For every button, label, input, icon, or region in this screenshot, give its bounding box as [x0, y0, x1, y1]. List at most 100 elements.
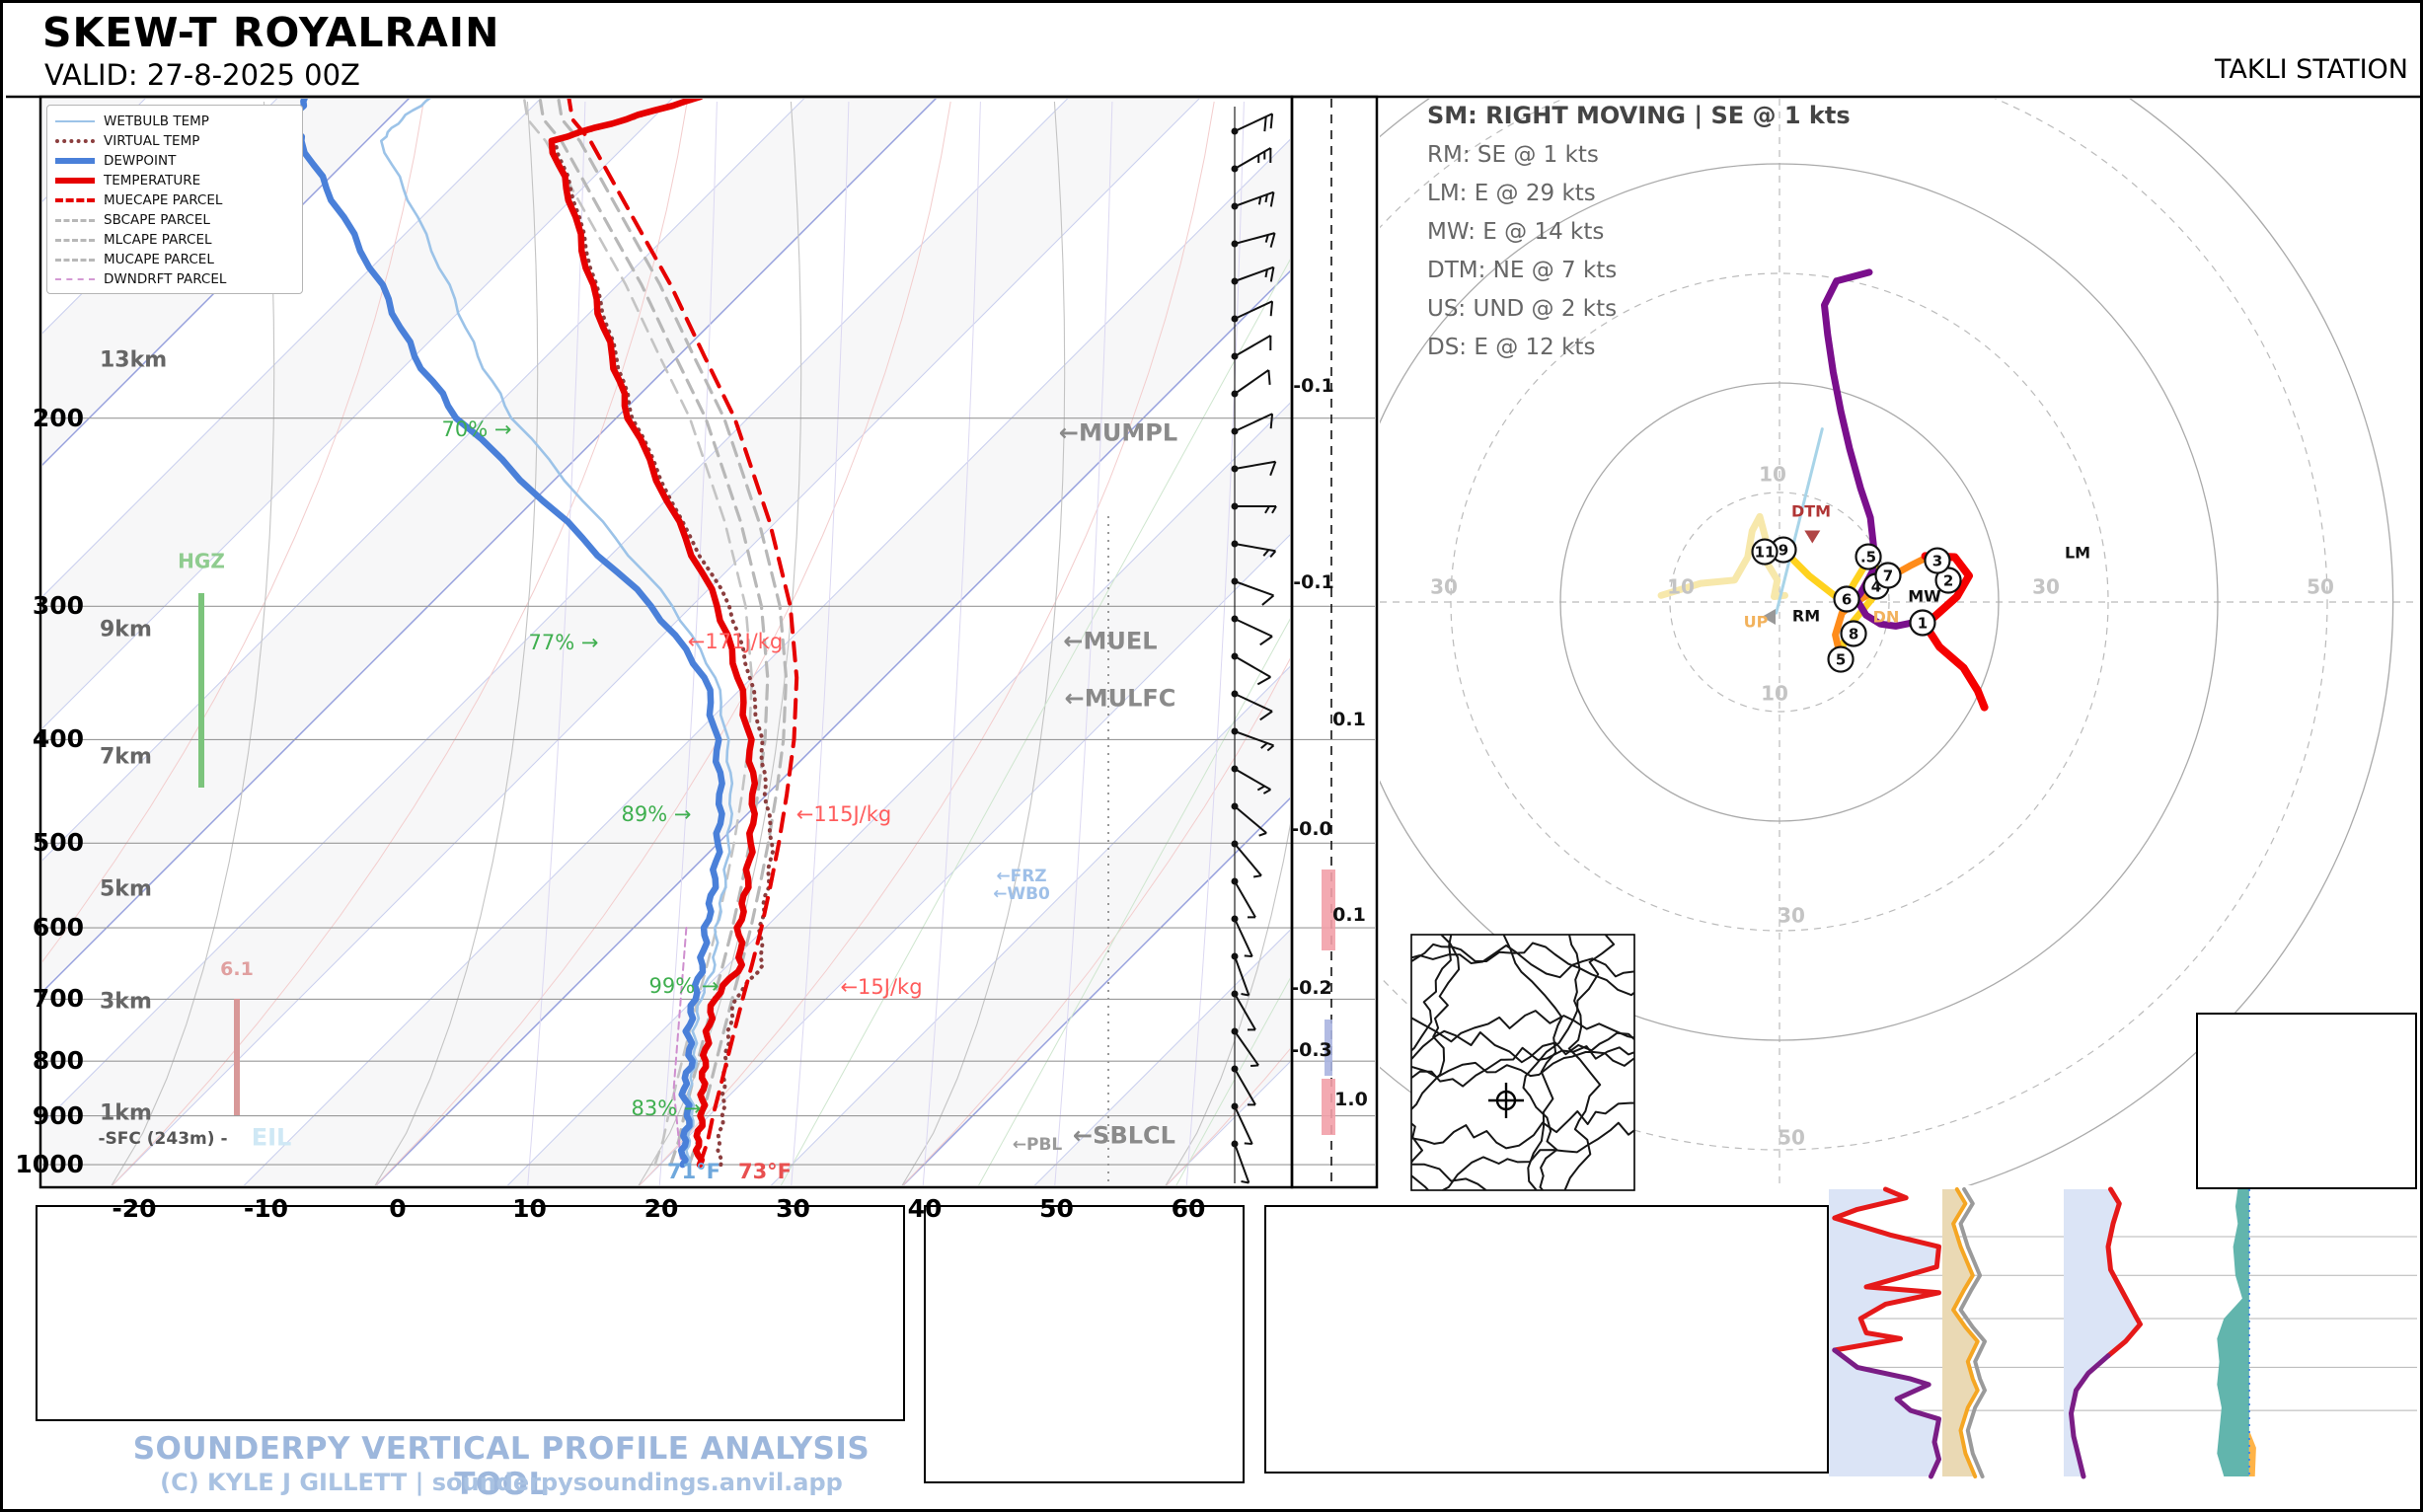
legend-swatch-dashed [55, 238, 95, 242]
eil-label: EIL [251, 1123, 292, 1152]
svg-text:8: 8 [1849, 625, 1858, 643]
level-annotation: ←MUEL [1063, 627, 1158, 655]
svg-text:11: 11 [1755, 544, 1776, 562]
cape-annotation: ←15J/kg [840, 974, 923, 999]
ring-label: 30 [1430, 574, 1458, 599]
storm-motion-line: RM: SE @ 1 kts [1427, 142, 1599, 168]
legend: WETBULB TEMP VIRTUAL TEMP DEWPOINT TEMPERAT… [46, 105, 303, 294]
legend-swatch-solid [55, 120, 95, 122]
ring-label: 10 [1667, 574, 1695, 599]
legend-item: DEWPOINT [55, 151, 294, 171]
storm-motion-line: DTM: NE @ 7 kts [1427, 258, 1618, 283]
temp-tick: 0 [389, 1193, 407, 1223]
legend-item: WETBULB TEMP [55, 112, 294, 131]
legend-item: TEMPERATURE [55, 171, 294, 190]
level-annotation: ←MUMPL [1058, 418, 1178, 447]
omega-value: 1.0 [1334, 1089, 1368, 1111]
storm-motion-line: MW: E @ 14 kts [1427, 219, 1605, 245]
level-annotation: ←SBLCL [1073, 1121, 1175, 1150]
svg-text:2: 2 [1943, 572, 1953, 590]
station-name: TAKLI STATION [2215, 54, 2408, 85]
pressure-tick: 700 [32, 984, 84, 1014]
pressure-tick: 1000 [15, 1149, 84, 1178]
surface-label: -SFC (243m) - [98, 1129, 228, 1150]
temp-tick: 30 [776, 1193, 810, 1223]
svg-text:3: 3 [1932, 553, 1942, 570]
ring-label: 50 [2307, 574, 2334, 599]
temp-tick: -20 [112, 1193, 157, 1223]
temp-tick: 60 [1171, 1193, 1206, 1223]
legend-swatch-dotted [55, 139, 95, 143]
hodo-point-label: UP [1743, 612, 1769, 632]
legend-label: MUCAPE PARCEL [104, 252, 214, 267]
storm-motion-line: LM: E @ 29 kts [1427, 181, 1596, 206]
omega-value: -0.2 [1291, 977, 1332, 1000]
legend-swatch-dashed [55, 198, 95, 202]
omega-value: -0.1 [1293, 375, 1334, 398]
storm-motion-line: DS: E @ 12 kts [1427, 335, 1596, 360]
storm-motion-header: SM: RIGHT MOVING | SE @ 1 kts [1427, 102, 1851, 129]
temp-tick: 10 [512, 1193, 547, 1223]
page-title: SKEW-T ROYALRAIN [42, 9, 500, 56]
frz-annotation: ←WB0 [993, 884, 1050, 905]
omega-value: 0.1 [1332, 904, 1366, 927]
height-label: 7km [100, 744, 152, 770]
svg-text:5: 5 [1836, 651, 1846, 669]
rh-annotation: 83% → [631, 1096, 702, 1120]
legend-label: MLCAPE PARCEL [104, 232, 212, 248]
hodo-point-label: DTM [1790, 501, 1832, 521]
pressure-tick: 200 [32, 403, 84, 432]
cape-annotation: ←171J/kg [687, 629, 784, 653]
ring-label: 30 [1778, 903, 1805, 928]
ring-label: 50 [1778, 1125, 1805, 1150]
legend-item: MLCAPE PARCEL [55, 230, 294, 250]
pressure-tick: 300 [32, 591, 84, 621]
omega-value: -0.0 [1291, 818, 1332, 841]
legend-item: VIRTUAL TEMP [55, 131, 294, 151]
rh-annotation: 70% → [441, 416, 512, 441]
ring-label: 30 [2032, 574, 2060, 599]
credit-line-2: (C) KYLE J GILLETT | sounderpysoundings.… [160, 1469, 843, 1496]
temp-tick: 40 [907, 1193, 943, 1223]
legend-swatch-solid [55, 158, 95, 164]
pressure-tick: 600 [32, 912, 84, 942]
legend-swatch-dashed [55, 278, 95, 280]
omega-value: -0.1 [1293, 571, 1334, 594]
legend-label: SBCAPE PARCEL [104, 212, 210, 228]
legend-label: DWNDRFT PARCEL [104, 271, 227, 287]
svg-text:9: 9 [1779, 542, 1788, 560]
pressure-tick: 900 [32, 1100, 84, 1130]
ring-label: 10 [1759, 462, 1786, 487]
height-label: 3km [100, 989, 152, 1015]
srh-bwd-box [2196, 1013, 2417, 1189]
svg-text:6: 6 [1842, 591, 1852, 609]
omega-value: -0.3 [1291, 1039, 1332, 1062]
storm-motion-line: US: UND @ 2 kts [1427, 296, 1618, 322]
rh-annotation: 77% → [528, 630, 599, 654]
legend-swatch-solid [55, 178, 95, 184]
hodo-point-label: RM [1791, 606, 1821, 626]
pbl-annotation: ←PBL [1012, 1135, 1063, 1156]
svg-text:7: 7 [1883, 567, 1893, 585]
hodo-point-label: LM [2064, 543, 2091, 563]
svg-text:.5: .5 [1860, 549, 1876, 567]
surface-dewpoint-label: 71°F [666, 1159, 721, 1183]
height-label: 1km [100, 1100, 152, 1126]
legend-swatch-dashed [55, 258, 95, 262]
rh-annotation: 99% → [648, 973, 719, 998]
legend-item: MUCAPE PARCEL [55, 250, 294, 269]
hodo-point-label: MW [1908, 586, 1941, 606]
rh-annotation: 89% → [621, 801, 692, 826]
legend-label: VIRTUAL TEMP [104, 133, 200, 149]
ring-label: 10 [1761, 681, 1788, 706]
pressure-tick: 500 [32, 828, 84, 858]
thermo-table [36, 1205, 905, 1421]
lapse-rate-label: 6.1 [220, 958, 254, 981]
legend-item: DWNDRFT PARCEL [55, 269, 294, 289]
pressure-tick: 400 [32, 724, 84, 754]
temp-tick: 20 [644, 1193, 679, 1223]
temp-tick: -10 [243, 1193, 289, 1223]
legend-item: SBCAPE PARCEL [55, 210, 294, 230]
height-label: 13km [100, 347, 168, 373]
kinematics-table [1264, 1205, 1829, 1474]
